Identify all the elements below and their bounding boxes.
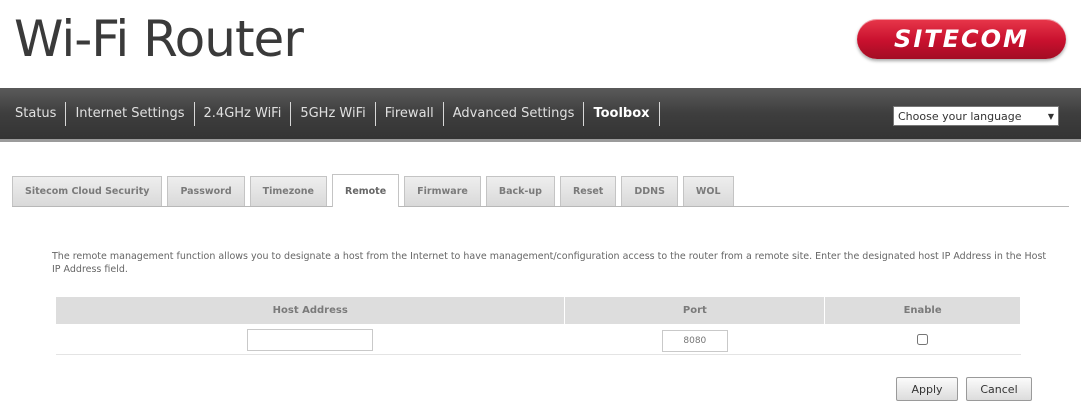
brand-name: SITECOM <box>894 25 1029 53</box>
main-nav: Status Internet Settings 2.4GHz WiFi 5GH… <box>0 88 1081 142</box>
enable-checkbox[interactable] <box>917 334 929 345</box>
dropdown-arrow-icon: ▼ <box>1047 111 1054 121</box>
tab-wol[interactable]: WOL <box>682 176 734 206</box>
table-header-row: Host Address Port Enable <box>54 296 1021 325</box>
toolbox-tabs: Sitecom Cloud Security Password Timezone… <box>12 174 1069 207</box>
remote-management-table: Host Address Port Enable <box>54 296 1021 355</box>
nav-separator <box>658 101 660 126</box>
nav-item-toolbox[interactable]: Toolbox <box>584 103 658 125</box>
nav-item-5ghz-wifi[interactable]: 5GHz WiFi <box>291 103 374 125</box>
nav-item-firewall[interactable]: Firewall <box>376 103 443 125</box>
tab-ddns[interactable]: DDNS <box>621 176 678 206</box>
enable-cell <box>824 324 1021 355</box>
port-cell <box>564 324 825 355</box>
host-address-input[interactable] <box>247 329 374 352</box>
tab-remote[interactable]: Remote <box>332 174 400 207</box>
tab-back-up[interactable]: Back-up <box>485 176 555 206</box>
tab-sitecom-cloud-security[interactable]: Sitecom Cloud Security <box>12 176 163 206</box>
tab-password[interactable]: Password <box>167 176 245 206</box>
language-select-value: Choose your language <box>898 109 1022 123</box>
host-address-cell <box>55 324 565 355</box>
table-row <box>55 324 1021 355</box>
tab-reset[interactable]: Reset <box>559 176 617 206</box>
nav-item-24ghz-wifi[interactable]: 2.4GHz WiFi <box>195 103 291 125</box>
nav-item-internet-settings[interactable]: Internet Settings <box>66 103 193 125</box>
port-header: Port <box>564 296 826 325</box>
language-select[interactable]: Choose your language ▼ <box>893 106 1059 126</box>
nav-items: Status Internet Settings 2.4GHz WiFi 5GH… <box>0 101 660 126</box>
cancel-button[interactable]: Cancel <box>966 377 1032 401</box>
host-address-header: Host Address <box>54 296 566 325</box>
brand-logo: SITECOM <box>857 19 1066 59</box>
nav-item-status[interactable]: Status <box>6 103 65 125</box>
nav-item-advanced-settings[interactable]: Advanced Settings <box>444 103 584 125</box>
page-title: Wi-Fi Router <box>14 10 304 68</box>
enable-header: Enable <box>824 296 1021 325</box>
tab-firmware[interactable]: Firmware <box>404 176 481 206</box>
port-input[interactable] <box>661 329 728 352</box>
tab-timezone[interactable]: Timezone <box>249 176 327 206</box>
apply-button[interactable]: Apply <box>896 377 958 401</box>
remote-description: The remote management function allows yo… <box>52 251 1047 275</box>
